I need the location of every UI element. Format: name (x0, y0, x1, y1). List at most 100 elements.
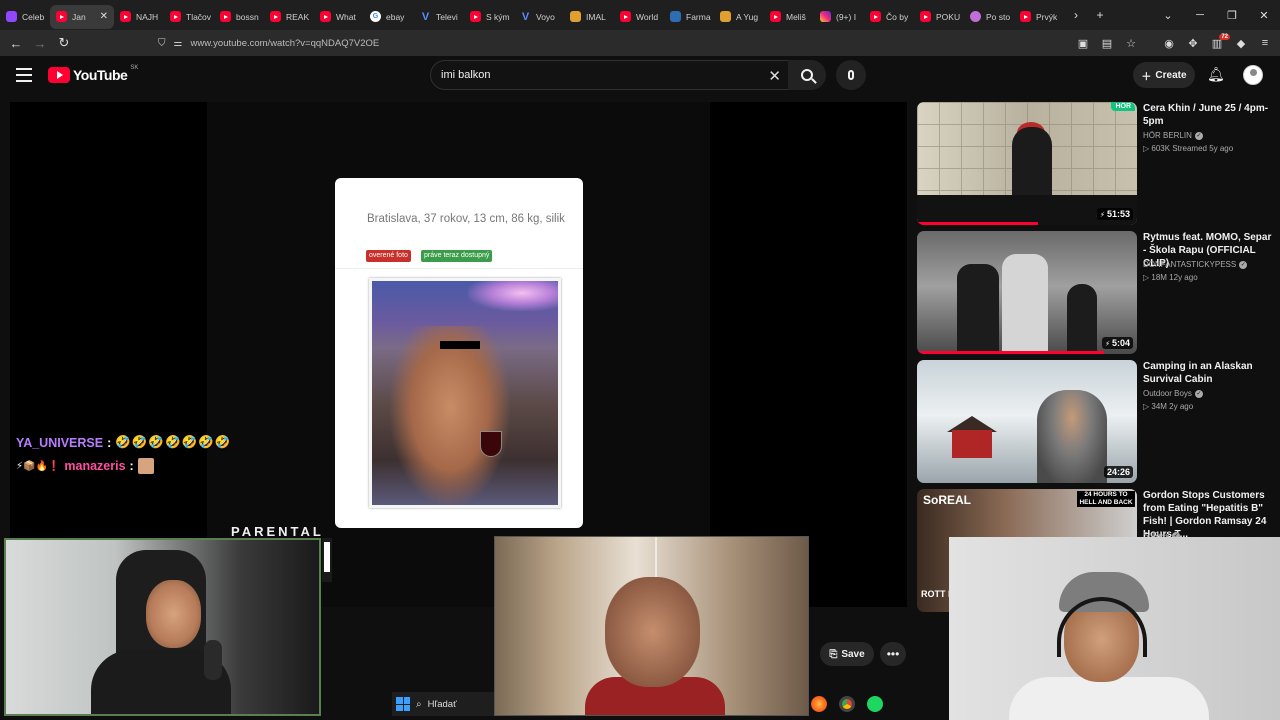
video-thumbnail[interactable]: ⚡ 5:04 (917, 231, 1137, 354)
browser-tab[interactable]: Celeb (0, 5, 50, 29)
thumbnail-logo: SoREAL (923, 493, 971, 507)
bookmark-star-icon[interactable]: ☆ (1122, 37, 1140, 50)
close-window-button[interactable]: ✕ (1248, 9, 1280, 22)
channel-name[interactable]: HÖR BERLIN ✓ (1143, 131, 1203, 140)
duration-badge: ⚡ 51:53 (1097, 208, 1133, 220)
save-button[interactable]: ⎘ Save (820, 642, 874, 666)
verified-check-icon: ✓ (1194, 131, 1203, 140)
new-tab-button[interactable]: + (1088, 8, 1112, 22)
browser-tab[interactable]: Jan ✕ (50, 4, 114, 29)
create-button[interactable]: ＋ Create (1133, 62, 1195, 88)
account-icon[interactable]: ◉ (1160, 37, 1178, 50)
voice-search-button[interactable] (836, 60, 866, 90)
browser-tab[interactable]: NAJH (114, 5, 164, 29)
address-bar[interactable]: ⛉ ⚌ www.youtube.com/watch?v=qqNDAQ7V2OE (150, 32, 1080, 54)
video-title[interactable]: Camping in an Alaskan Survival Cabin (1143, 360, 1273, 386)
censor-bar (440, 341, 480, 349)
browser-tab[interactable]: Po sto (964, 5, 1014, 29)
search-button[interactable] (788, 60, 826, 90)
youtube-icon (270, 11, 281, 22)
menu-icon[interactable]: ≡ (1256, 37, 1274, 49)
tab-list-icon[interactable]: ⌄ (1152, 9, 1184, 22)
close-tab-icon[interactable]: ✕ (100, 11, 108, 22)
forward-button[interactable]: → (28, 36, 52, 51)
parental-advisory-text: PARENTAL (231, 524, 324, 539)
video-player[interactable]: Bratislava, 37 rokov, 13 cm, 86 kg, sili… (10, 102, 907, 607)
browser-tab[interactable]: IMAL (564, 5, 614, 29)
extensions-icon[interactable]: ✥ (1184, 37, 1202, 50)
firefox-icon[interactable] (811, 696, 827, 712)
reload-button[interactable]: ↻ (52, 35, 76, 51)
browser-tab[interactable]: bossn (214, 5, 264, 29)
twitch-icon (6, 11, 17, 22)
video-title[interactable]: Cera Khin / June 25 / 4pm-5pm (1143, 102, 1273, 128)
tab-label: Farma (686, 11, 711, 22)
video-thumbnail[interactable]: HÖR ⚡ 51:53 (917, 102, 1137, 225)
extension-badge-icon[interactable]: ▥ 72 (1208, 33, 1230, 50)
tab-label: Tlačov (186, 11, 212, 22)
clear-search-icon[interactable]: ✕ (768, 67, 781, 85)
search-input[interactable]: imi balkon ✕ (430, 60, 790, 90)
verified-check-icon: ✓ (1239, 260, 1248, 269)
chrome-icon[interactable] (839, 696, 855, 712)
watch-progress-bar (917, 351, 1104, 354)
tab-label: Celeb (22, 11, 45, 22)
reader-icon[interactable]: ▤ (1098, 37, 1116, 50)
minimize-button[interactable]: ─ (1184, 9, 1216, 21)
recommendation-item[interactable]: HÖR ⚡ 51:53 Cera Khin / June 25 / 4pm-5pm… (917, 102, 1280, 231)
browser-tab[interactable]: World (614, 5, 664, 29)
browser-tab[interactable]: POKU (914, 5, 964, 29)
avatar[interactable] (1243, 65, 1263, 85)
browser-tab[interactable]: A Yug (714, 5, 764, 29)
more-actions-button[interactable]: ••• (880, 642, 906, 666)
site-settings-icon[interactable]: ⚌ (174, 38, 183, 49)
restore-button[interactable]: ❐ (1216, 9, 1248, 22)
youtube-icon (870, 11, 881, 22)
taskbar-search[interactable]: ⌕ Hľadať (392, 692, 494, 716)
shield-icon[interactable]: ⛉ (158, 38, 166, 49)
verified-photo-tag: overené foto (366, 250, 411, 262)
browser-tab[interactable]: What (314, 5, 364, 29)
notifications-bell-icon[interactable]: 🔔︎ (1207, 66, 1225, 83)
screenshot-icon[interactable]: ▣ (1074, 37, 1092, 50)
extension-badge-count: 72 (1219, 33, 1230, 40)
channel-name[interactable]: Outdoor Boys ✓ (1143, 389, 1203, 398)
recommendation-item[interactable]: ⚡ 5:04 Rytmus feat. MOMO, Separ - Škola R… (917, 231, 1280, 360)
emote-icon (137, 458, 154, 474)
shield-extension-icon[interactable]: ◆ (1232, 37, 1250, 50)
search-query[interactable]: imi balkon (441, 69, 491, 81)
browser-tab[interactable]: S kým (464, 5, 514, 29)
youtube-icon (1020, 11, 1031, 22)
scroll-tabs-icon[interactable]: › (1064, 8, 1088, 22)
tab-label: ebay (386, 11, 405, 22)
browser-tab[interactable]: Meliš (764, 5, 814, 29)
browser-tab[interactable]: Čo by (864, 5, 914, 29)
video-thumbnail[interactable]: 24:26 (917, 360, 1137, 483)
windows-start-icon[interactable] (396, 697, 410, 711)
tab-label: Prvýk (1036, 11, 1058, 22)
spotify-icon[interactable] (867, 696, 883, 712)
back-button[interactable]: ← (4, 36, 28, 51)
guide-menu-icon[interactable] (16, 68, 32, 82)
watch-progress-bar (917, 222, 1038, 225)
url-text[interactable]: www.youtube.com/watch?v=qqNDAQ7V2OE (190, 38, 379, 49)
browser-tab[interactable]: Prvýk (1014, 5, 1064, 29)
video-meta: ▷ 34M 2y ago (1143, 402, 1194, 411)
tab-label: NAJH (136, 11, 159, 22)
browser-tab[interactable]: V Televi (414, 5, 464, 29)
browser-tab[interactable]: Tlačov (164, 5, 214, 29)
browser-tab[interactable]: Gebay (364, 5, 414, 29)
taskbar-search-label[interactable]: Hľadať (428, 699, 457, 710)
recommendation-item[interactable]: 24:26 Camping in an Alaskan Survival Cab… (917, 360, 1280, 489)
youtube-logo[interactable]: YouTube SK (48, 65, 139, 83)
window-controls: ⌄ ─ ❐ ✕ (1152, 0, 1280, 30)
browser-tab[interactable]: V Voyo (514, 5, 564, 29)
tab-label: Meliš (786, 11, 806, 22)
browser-tab[interactable]: REAK (264, 5, 314, 29)
browser-tab[interactable]: (9+) I (814, 5, 864, 29)
channel-name[interactable]: DONFANTASTICKYPESS ✓ (1143, 260, 1248, 269)
region-code: SK (130, 65, 139, 71)
search-icon (801, 69, 813, 81)
save-label: Save (841, 648, 865, 660)
browser-tab[interactable]: Farma (664, 5, 714, 29)
